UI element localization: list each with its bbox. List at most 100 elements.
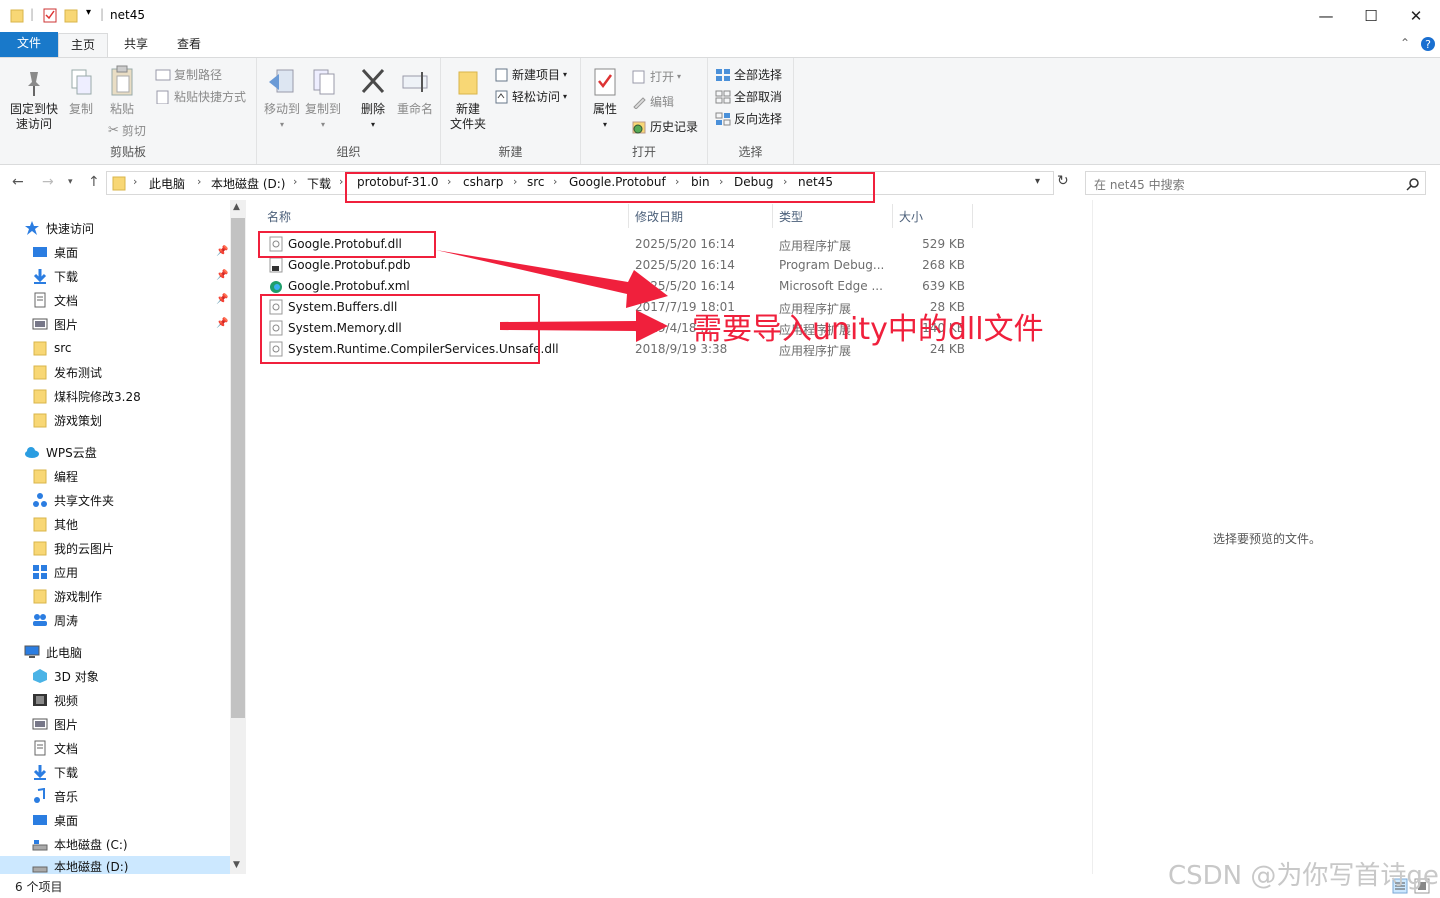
open-button[interactable]: 打开 ▾ [631,68,681,85]
sidebar-item-videos[interactable]: 视频 [32,688,262,712]
copy-to-button[interactable]: 复制到 ▾ [302,66,344,132]
recent-locations-icon[interactable]: ▾ [68,177,73,187]
back-arrow-icon[interactable]: ← [12,174,24,190]
breadcrumb-item[interactable]: csharp [463,175,503,189]
properties-button[interactable]: 属性 ▾ [587,66,623,132]
column-header-size[interactable]: 大小 [899,208,923,225]
column-divider[interactable] [628,204,629,228]
properties-quick-icon[interactable] [42,7,58,23]
move-to-button[interactable]: 移动到 ▾ [262,66,302,132]
pictures-icon [32,318,48,330]
breadcrumb-item[interactable]: net45 [798,175,833,189]
paste-button[interactable]: 粘贴 [104,64,140,117]
breadcrumb-item[interactable]: bin [691,175,710,189]
navigation-pane[interactable]: 快速访问 桌面 📌 下载 📌 文档 📌 图片 📌 src 发布测试 煤科院修改3… [0,200,246,876]
scroll-down-icon[interactable]: ▼ [233,860,240,870]
select-none-button[interactable]: 全部取消 [715,88,782,105]
sidebar-item-this-pc[interactable]: 此电脑 [24,640,254,664]
sidebar-scrollbar-thumb[interactable] [231,218,245,718]
open-label: 打开 [650,70,675,84]
select-all-button[interactable]: 全部选择 [715,66,782,83]
new-item-button[interactable]: 新建项目 ▾ [493,66,567,83]
breadcrumb-item[interactable]: protobuf-31.0 [357,175,439,189]
star-icon [25,221,39,235]
file-list[interactable]: 名称 修改日期 类型 大小 Google.Protobuf.dll 2025/5… [258,200,1088,874]
copy-button[interactable]: 复制 [64,68,98,117]
column-header-type[interactable]: 类型 [779,208,803,225]
sidebar-item-folder[interactable]: 发布测试 [32,360,262,384]
sidebar-item-quick-access[interactable]: 快速访问 [24,216,254,240]
easy-access-button[interactable]: 轻松访问 ▾ [493,88,567,105]
scroll-up-icon[interactable]: ▲ [233,202,240,212]
sidebar-item-documents[interactable]: 文档 [32,736,262,760]
rename-button[interactable]: 重命名 [394,66,436,117]
sidebar-item-pictures[interactable]: 图片 [32,712,262,736]
column-divider[interactable] [772,204,773,228]
sidebar-item-folder[interactable]: 游戏制作 [32,584,262,608]
pin-quick-access-button[interactable]: 固定到快 速访问 [6,68,62,132]
history-button[interactable]: 历史记录 [631,118,698,135]
file-row[interactable]: Google.Protobuf.xml 2025/5/20 16:14 Micr… [258,276,978,297]
paste-shortcut-button[interactable]: 粘贴快捷方式 [155,88,246,105]
invert-selection-button[interactable]: 反向选择 [715,110,782,127]
column-header-name[interactable]: 名称 [267,208,291,225]
sidebar-item-folder[interactable]: 游戏策划 [32,408,262,432]
download-arrow-icon [33,269,47,284]
help-icon[interactable]: ? [1420,36,1436,52]
breadcrumb-item[interactable]: Google.Protobuf [569,175,666,189]
search-icon[interactable] [1406,177,1420,191]
new-folder-button[interactable]: 新建 文件夹 [447,66,489,132]
edit-button[interactable]: 编辑 [631,93,674,110]
new-folder-quick-icon[interactable] [64,7,78,23]
sidebar-item-folder[interactable]: 煤科院修改3.28 [32,384,262,408]
search-placeholder: 在 net45 中搜索 [1094,178,1185,192]
breadcrumb-item[interactable]: Debug [734,175,773,189]
forward-arrow-icon[interactable]: → [42,174,54,190]
breadcrumb-item[interactable]: 下载 [307,175,331,192]
breadcrumb-item[interactable]: 此电脑 [149,175,185,192]
address-bar[interactable]: › 此电脑 › 本地磁盘 (D:) › 下载 › protobuf-31.0 ›… [106,171,1054,195]
close-button[interactable]: ✕ [1393,0,1439,31]
column-divider[interactable] [892,204,893,228]
customize-quick-access-icon[interactable]: ▾ [86,7,91,18]
sidebar-item-apps[interactable]: 应用 [32,560,262,584]
refresh-icon[interactable]: ↻ [1057,173,1069,189]
address-dropdown-icon[interactable]: ▾ [1035,176,1040,187]
search-input[interactable]: 在 net45 中搜索 [1085,171,1426,195]
column-divider[interactable] [972,204,973,228]
sidebar-item-desktop[interactable]: 桌面 [32,808,262,832]
sidebar-item-src[interactable]: src [32,336,262,360]
sidebar-item-folder[interactable]: 其他 [32,512,262,536]
sidebar-item-user[interactable]: 周涛 [32,608,262,632]
copy-label: 复制 [68,102,93,116]
sidebar-item-wps-cloud[interactable]: WPS云盘 [24,440,254,464]
sidebar-item-folder[interactable]: 编程 [32,464,262,488]
sidebar-item-label: 文档 [54,293,79,308]
sidebar-item-downloads[interactable]: 下载 [32,760,262,784]
tab-home[interactable]: 主页 [58,33,109,59]
tab-share[interactable]: 共享 [112,33,160,57]
sidebar-item-drive-c[interactable]: 本地磁盘 (C:) [32,832,262,856]
breadcrumb-item[interactable]: 本地磁盘 (D:) [211,175,285,192]
file-row[interactable]: Google.Protobuf.dll 2025/5/20 16:14 应用程序… [258,234,978,255]
delete-button[interactable]: 删除 ▾ [355,66,391,132]
breadcrumb-item[interactable]: src [527,175,545,189]
cut-button[interactable]: ✂ 剪切 [108,122,146,139]
up-arrow-icon[interactable]: ↑ [88,174,100,190]
sidebar-item-drive-d[interactable]: 本地磁盘 (D:) [0,856,230,876]
sidebar-item-shared-folder[interactable]: 共享文件夹 [32,488,262,512]
maximize-button[interactable]: ☐ [1348,0,1394,31]
copy-path-button[interactable]: 复制路径 [155,66,222,83]
delete-x-icon [361,68,385,94]
minimize-button[interactable]: — [1303,0,1349,31]
sidebar-item-folder[interactable]: 我的云图片 [32,536,262,560]
tab-file[interactable]: 文件 [0,32,58,57]
select-all-label: 全部选择 [734,68,783,82]
sidebar-item-3d-objects[interactable]: 3D 对象 [32,664,262,688]
collapse-ribbon-icon[interactable]: ⌃ [1400,36,1410,50]
edit-icon [633,96,646,109]
file-row[interactable]: Google.Protobuf.pdb 2025/5/20 16:14 Prog… [258,255,978,276]
column-header-date[interactable]: 修改日期 [635,208,683,225]
sidebar-item-music[interactable]: 音乐 [32,784,262,808]
tab-view[interactable]: 查看 [165,33,213,57]
